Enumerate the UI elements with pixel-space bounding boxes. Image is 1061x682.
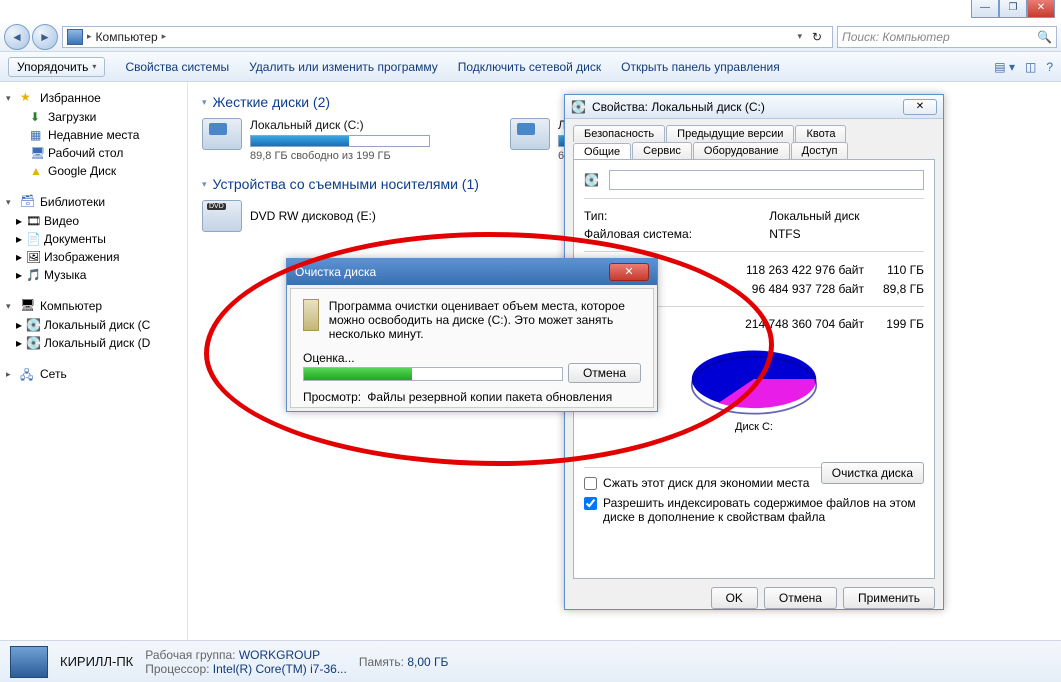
fs-label: Файловая система: [584, 225, 769, 243]
organize-button[interactable]: Упорядочить [8, 57, 105, 77]
preview-pane-button[interactable]: ◫ [1025, 60, 1036, 74]
cleanup-icon [303, 299, 319, 331]
close-button[interactable]: ✕ [1027, 0, 1055, 18]
search-icon[interactable]: 🔍 [1037, 30, 1052, 44]
free-bytes: 96 484 937 728 байт [692, 279, 864, 298]
cmd-system-properties[interactable]: Свойства системы [125, 60, 229, 74]
tree-pictures[interactable]: ▸🖼Изображения [4, 248, 183, 266]
used-human: 110 ГБ [864, 260, 924, 279]
used-bytes: 118 263 422 976 байт [692, 260, 864, 279]
props-close-button[interactable]: ✕ [903, 99, 937, 115]
tab-sharing[interactable]: Доступ [791, 142, 849, 159]
cap-bytes: 214 748 360 704 байт [666, 315, 864, 333]
nav-forward-button[interactable]: ► [32, 24, 58, 50]
breadcrumb-dropdown-icon[interactable]: ▾ [797, 31, 802, 42]
tree-documents[interactable]: ▸📄Документы [4, 230, 183, 248]
nav-back-button[interactable]: ◄ [4, 24, 30, 50]
cmd-control-panel[interactable]: Открыть панель управления [621, 60, 780, 74]
breadcrumb[interactable]: ▸ Компьютер ▸ ▾ ↻ [62, 26, 833, 48]
nav-bar: ◄ ► ▸ Компьютер ▸ ▾ ↻ Поиск: Компьютер 🔍 [0, 22, 1061, 52]
tree-music[interactable]: ▸🎵Музыка [4, 266, 183, 284]
props-title: Свойства: Локальный диск (C:) [592, 100, 765, 114]
cancel-button[interactable]: Отмена [764, 587, 837, 609]
tree-drive-d[interactable]: ▸💽Локальный диск (D [4, 334, 183, 352]
nav-tree: ▾★Избранное ⬇Загрузки ▦Недавние места 🖥Р… [0, 82, 188, 642]
index-checkbox[interactable]: Разрешить индексировать содержимое файло… [584, 496, 924, 524]
cmd-map-network-drive[interactable]: Подключить сетевой диск [458, 60, 601, 74]
dvd-label: DVD RW дисковод (E:) [250, 209, 376, 223]
clean-titlebar[interactable]: Очистка диска ✕ [287, 259, 657, 285]
breadcrumb-arrow-icon: ▸ [87, 31, 92, 42]
computer-icon [67, 29, 83, 45]
drive-c-free: 89,8 ГБ свободно из 199 ГБ [250, 150, 430, 162]
drive-icon [202, 118, 242, 150]
refresh-button[interactable]: ↻ [806, 30, 828, 44]
drive-icon: 💽 [584, 173, 599, 187]
estimate-label: Оценка... [303, 351, 355, 365]
drive-c-bar [250, 135, 430, 147]
status-cpu-label: Процессор: [145, 662, 209, 676]
scan-label: Просмотр: [303, 390, 361, 404]
status-computer-name: КИРИЛЛ-ПК [60, 655, 133, 669]
tree-libraries[interactable]: ▾🗃Библиотеки [4, 192, 183, 212]
drive-name-input[interactable] [609, 170, 924, 190]
tree-drive-c[interactable]: ▸💽Локальный диск (C [4, 316, 183, 334]
clean-message: Программа очистки оценивает объем места,… [329, 299, 641, 341]
status-mem-label: Память: [359, 655, 404, 669]
cmd-uninstall-program[interactable]: Удалить или изменить программу [249, 60, 438, 74]
tree-gdrive[interactable]: ▲Google Диск [4, 162, 183, 180]
ok-button[interactable]: OK [711, 587, 758, 609]
dvd-icon [202, 200, 242, 232]
tree-downloads[interactable]: ⬇Загрузки [4, 108, 183, 126]
props-titlebar[interactable]: 💽 Свойства: Локальный диск (C:) ✕ [565, 95, 943, 119]
tree-computer[interactable]: ▾🖥Компьютер [4, 296, 183, 316]
drive-c[interactable]: Локальный диск (C:) 89,8 ГБ свободно из … [202, 118, 430, 162]
tree-recent[interactable]: ▦Недавние места [4, 126, 183, 144]
disk-cleanup-button[interactable]: Очистка диска [821, 462, 924, 484]
clean-cancel-button[interactable]: Отмена [568, 363, 641, 383]
help-button[interactable]: ? [1046, 60, 1053, 74]
progress-bar [303, 367, 563, 381]
free-human: 89,8 ГБ [864, 279, 924, 298]
tab-hardware[interactable]: Оборудование [693, 142, 790, 159]
system-controls: — ❐ ✕ [971, 0, 1055, 18]
pie-chart [679, 339, 829, 419]
status-wg-value: WORKGROUP [239, 648, 320, 662]
tree-network[interactable]: ▸🖧Сеть [4, 364, 183, 384]
status-mem-value: 8,00 ГБ [407, 655, 448, 669]
status-wg-label: Рабочая группа: [145, 648, 235, 662]
search-placeholder: Поиск: Компьютер [842, 30, 950, 44]
tree-favorites[interactable]: ▾★Избранное [4, 88, 183, 108]
status-cpu-value: Intel(R) Core(TM) i7-36... [213, 662, 347, 676]
view-mode-button[interactable]: ▤ ▾ [994, 60, 1015, 74]
scan-value: Файлы резервной копии пакета обновления [367, 390, 612, 404]
computer-large-icon [10, 646, 48, 678]
tab-security[interactable]: Безопасность [573, 125, 665, 142]
tab-tools[interactable]: Сервис [632, 142, 692, 159]
maximize-button[interactable]: ❐ [999, 0, 1027, 18]
drive-icon: 💽 [571, 100, 586, 114]
tab-quota[interactable]: Квота [795, 125, 846, 142]
clean-close-button[interactable]: ✕ [609, 263, 649, 281]
type-value: Локальный диск [769, 207, 924, 225]
drive-icon [510, 118, 550, 150]
tree-desktop[interactable]: 🖥Рабочий стол [4, 144, 183, 162]
minimize-button[interactable]: — [971, 0, 999, 18]
drive-c-label: Локальный диск (C:) [250, 118, 430, 132]
cap-human: 199 ГБ [864, 315, 924, 333]
details-pane: КИРИЛЛ-ПК Рабочая группа: WORKGROUP Проц… [0, 640, 1061, 682]
tab-general[interactable]: Общие [573, 143, 631, 160]
fs-value: NTFS [769, 225, 924, 243]
command-bar: Упорядочить Свойства системы Удалить или… [0, 52, 1061, 82]
disk-cleanup-dialog: Очистка диска ✕ Программа очистки оценив… [286, 258, 658, 412]
tree-video[interactable]: ▸🎞Видео [4, 212, 183, 230]
pie-label: Диск C: [584, 421, 924, 433]
type-label: Тип: [584, 207, 769, 225]
breadcrumb-root[interactable]: Компьютер [96, 30, 158, 44]
clean-title: Очистка диска [295, 265, 376, 279]
search-input[interactable]: Поиск: Компьютер 🔍 [837, 26, 1057, 48]
tab-previous-versions[interactable]: Предыдущие версии [666, 125, 794, 142]
apply-button[interactable]: Применить [843, 587, 935, 609]
breadcrumb-arrow-icon: ▸ [162, 31, 167, 42]
